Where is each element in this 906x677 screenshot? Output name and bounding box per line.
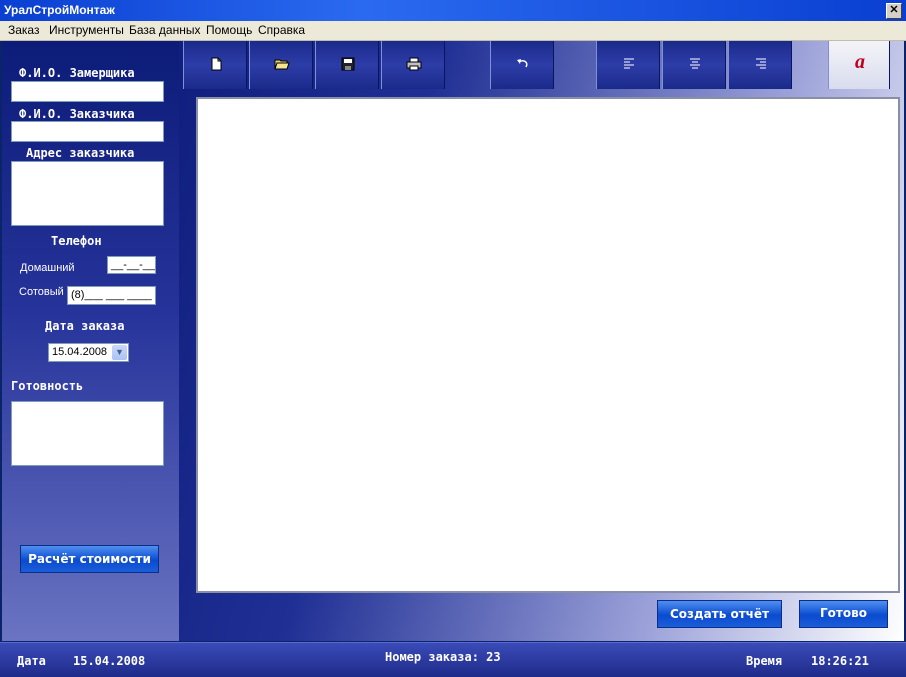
font-button[interactable]: a [828, 41, 890, 89]
save-icon [341, 57, 355, 71]
menu-bar: Заказ Инструменты База данных Помощь Спр… [0, 21, 906, 41]
create-report-button[interactable]: Создать отчёт [657, 600, 782, 628]
window-title: УралСтройМонтаж [4, 3, 115, 17]
order-date-value: 15.04.2008 [52, 346, 108, 358]
align-center-button[interactable] [662, 41, 726, 89]
menu-tools[interactable]: Инструменты [49, 23, 124, 37]
menu-reference[interactable]: Справка [258, 23, 305, 37]
report-editor[interactable] [196, 97, 900, 593]
save-button[interactable] [315, 41, 379, 89]
customer-name-field[interactable] [11, 121, 164, 142]
done-button[interactable]: Готово [799, 600, 888, 628]
open-folder-icon [274, 59, 290, 70]
order-number: Номер заказа: 23 [385, 650, 501, 664]
surveyor-name-field[interactable] [11, 81, 164, 102]
phone-label: Телефон [51, 234, 102, 248]
status-time-value: 18:26:21 [811, 654, 869, 668]
open-button[interactable] [249, 41, 313, 89]
chevron-down-icon[interactable]: ▼ [112, 345, 127, 360]
surveyor-label: Ф.И.О. Замерщика [19, 66, 135, 80]
new-file-icon [211, 57, 222, 71]
menu-order[interactable]: Заказ [8, 23, 39, 37]
calculate-cost-button[interactable]: Расчёт стоимости [20, 545, 159, 573]
toolbar: a [180, 41, 890, 89]
address-field[interactable] [11, 161, 164, 226]
readiness-label: Готовность [11, 379, 84, 393]
align-right-button[interactable] [728, 41, 792, 89]
align-left-icon [624, 58, 634, 69]
mobile-phone-label: Сотовый [19, 286, 64, 298]
undo-button[interactable] [490, 41, 554, 89]
align-left-button[interactable] [596, 41, 660, 89]
status-bar: Дата 15.04.2008 Номер заказа: 23 Время 1… [0, 642, 906, 677]
undo-icon [517, 59, 528, 68]
status-date-value: 15.04.2008 [73, 654, 146, 668]
close-button[interactable]: ✕ [886, 3, 902, 19]
font-icon: a [855, 51, 865, 73]
app-window: УралСтройМонтаж ✕ Заказ Инструменты База… [0, 0, 906, 677]
order-date-picker[interactable]: 15.04.2008 ▼ [48, 343, 129, 362]
address-label: Адрес заказчика [26, 146, 135, 160]
menu-database[interactable]: База данных [129, 23, 200, 37]
home-phone-field[interactable]: __-__-__ [107, 256, 156, 274]
menu-help[interactable]: Помощь [206, 23, 252, 37]
mobile-phone-field[interactable]: (8)___ ___ ____ [67, 286, 156, 305]
readiness-field[interactable] [11, 401, 164, 466]
align-right-icon [756, 58, 766, 69]
status-date-label: Дата [17, 654, 46, 668]
new-document-button[interactable] [183, 41, 247, 89]
title-bar: УралСтройМонтаж ✕ [0, 0, 906, 21]
status-time-label: Время [746, 654, 783, 668]
customer-label: Ф.И.О. Заказчика [19, 107, 135, 121]
home-phone-label: Домашний [20, 262, 75, 274]
print-icon [406, 57, 422, 71]
print-button[interactable] [381, 41, 445, 89]
order-date-label: Дата заказа [45, 319, 125, 333]
align-center-icon [690, 58, 700, 69]
